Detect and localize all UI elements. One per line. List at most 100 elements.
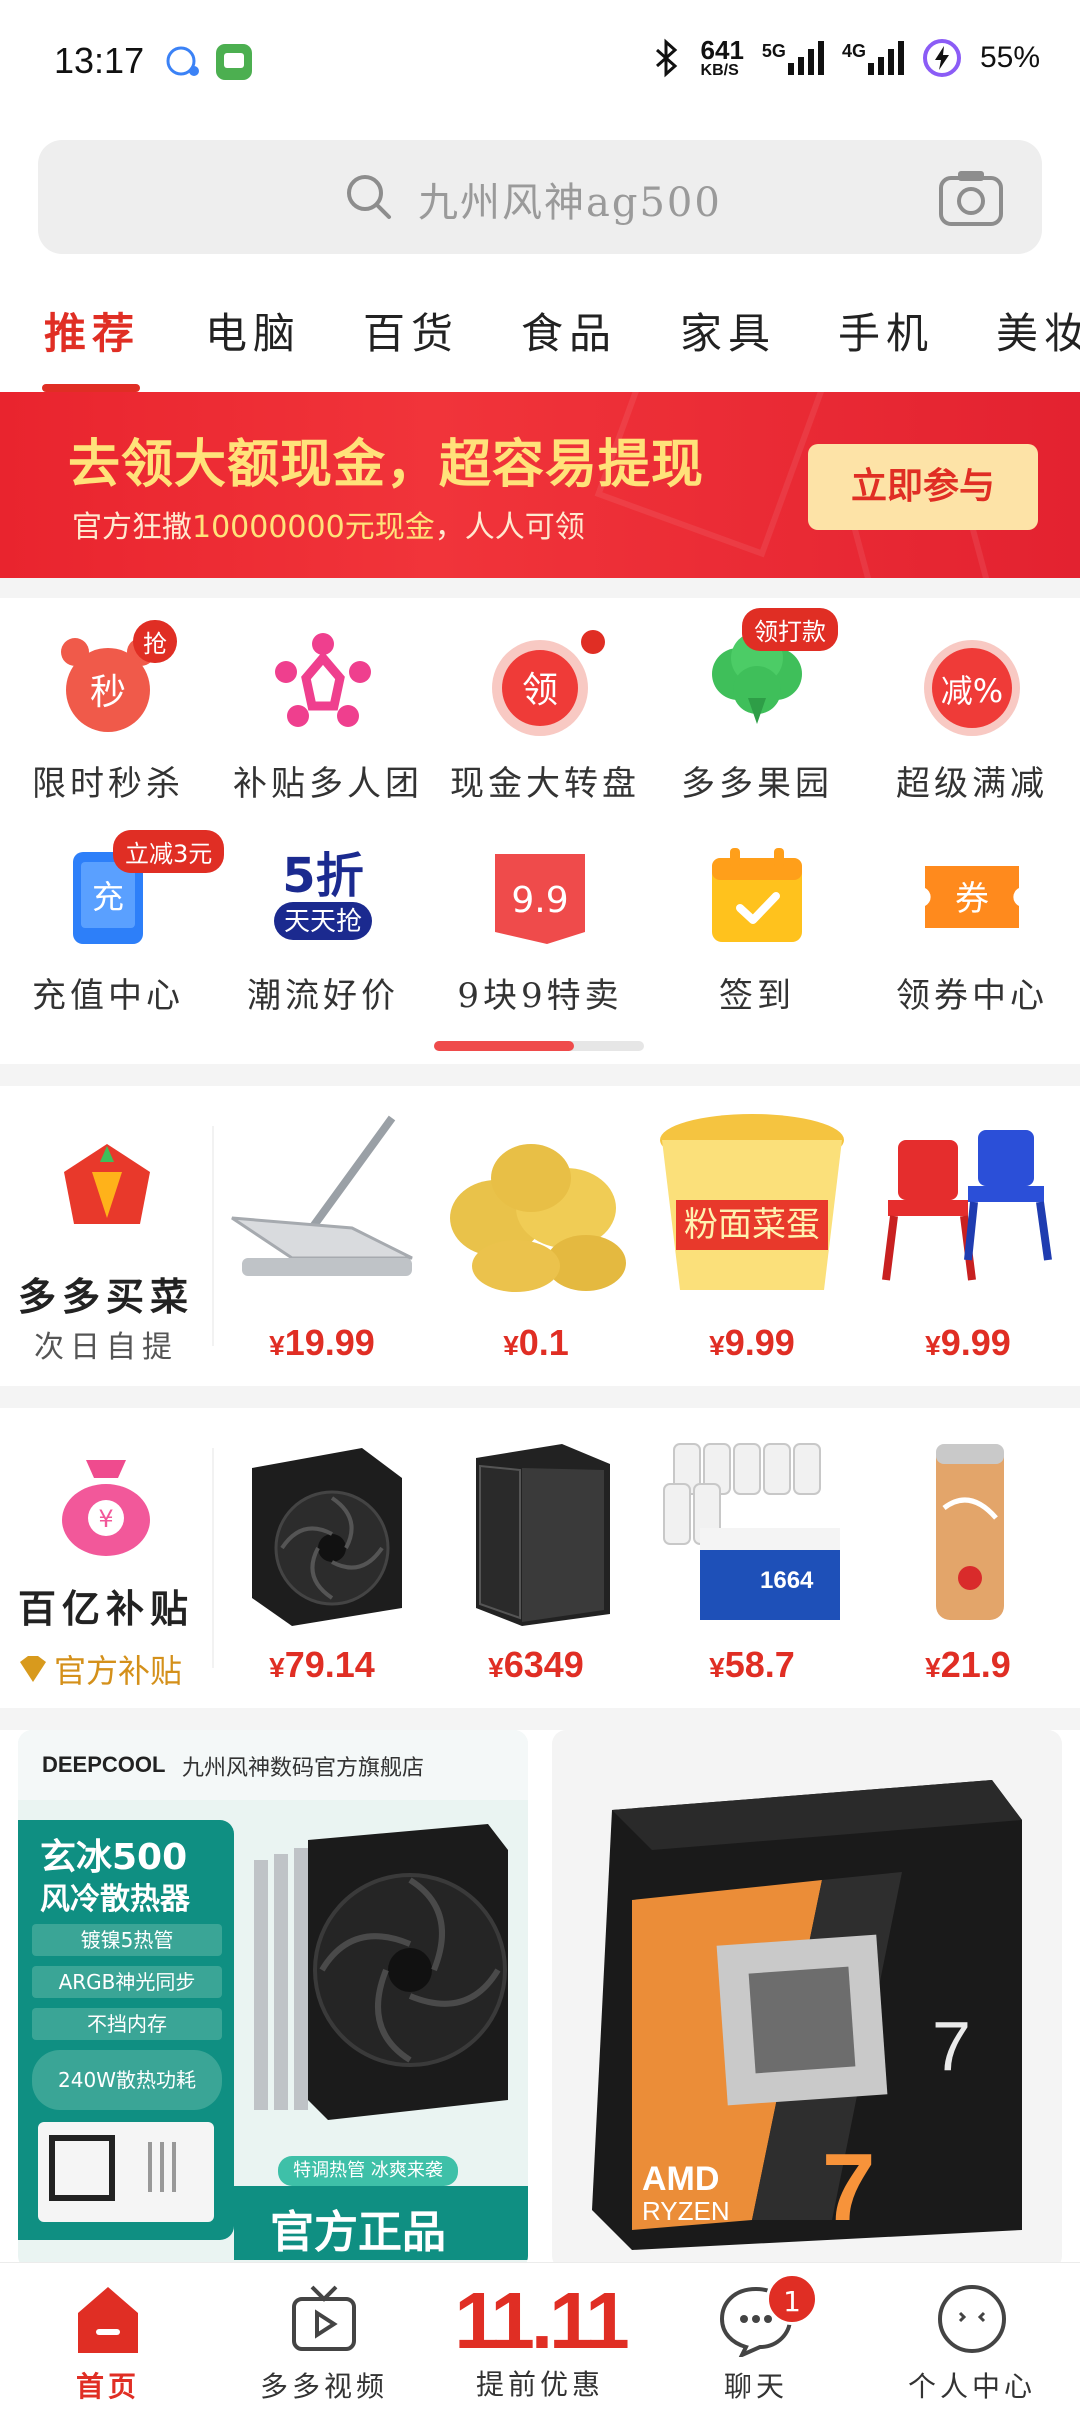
chat-app-notification-icon bbox=[216, 44, 252, 80]
divider bbox=[212, 1126, 214, 1346]
nav-label: 个人中心 bbox=[907, 2370, 1036, 2403]
tab-general-goods[interactable]: 百货 bbox=[363, 300, 459, 361]
badge-save-3-yuan: 立减3元 bbox=[113, 830, 225, 873]
divider bbox=[212, 1448, 214, 1668]
bluetooth-icon bbox=[655, 38, 677, 78]
svg-text:领: 领 bbox=[522, 670, 558, 711]
camera-icon[interactable] bbox=[938, 168, 1004, 228]
nav-label: 提前优惠 bbox=[475, 2368, 604, 2401]
promo-banner[interactable]: 去领大额现金，超容易提现 官方狂撒10000000元现金，人人可领 立即参与 bbox=[0, 392, 1080, 578]
shortcut-label: 9块9特卖 bbox=[457, 976, 623, 1016]
calendar-check-icon bbox=[712, 848, 802, 942]
product-title: 玄冰500 bbox=[40, 1837, 188, 1878]
feature-tag: 240W散热功耗 bbox=[32, 2050, 222, 2110]
search-icon bbox=[347, 175, 391, 219]
tab-computer[interactable]: 电脑 bbox=[205, 300, 301, 361]
video-icon bbox=[292, 2285, 356, 2351]
shortcut-trendy-deals[interactable]: 5折 天天抢 潮流好价 bbox=[233, 840, 413, 1017]
feed-card-amd-ryzen[interactable]: AMD RYZEN 7 7 bbox=[552, 1730, 1062, 2270]
signal-5g: 5G bbox=[762, 41, 824, 75]
grocery-section[interactable]: 多多买菜 次日自提 ¥19.99 ¥0.1 粉面菜蛋 ¥9.99 ¥9.99 bbox=[0, 1086, 1080, 1386]
nav-profile[interactable]: 个人中心 bbox=[864, 2281, 1080, 2405]
official-genuine-label: 官方正品 bbox=[270, 2207, 446, 2258]
tab-furniture[interactable]: 家具 bbox=[680, 300, 776, 361]
product-mop[interactable]: ¥19.99 bbox=[222, 1086, 422, 1386]
search-bar[interactable]: 九州风神ag500 bbox=[38, 140, 1042, 254]
banner-title: 去领大额现金，超容易提现 bbox=[68, 435, 705, 495]
half-price-icon: 5折 天天抢 bbox=[274, 848, 372, 940]
tab-food[interactable]: 食品 bbox=[521, 300, 617, 361]
promo-1111-icon: 11.11 bbox=[454, 2276, 629, 2365]
product-price: ¥9.99 bbox=[925, 1322, 1011, 1363]
feature-tag: 不挡内存 bbox=[32, 2008, 222, 2040]
store-name: 九州风神数码官方旗舰店 bbox=[182, 1756, 425, 1781]
product-instant-noodles[interactable]: 粉面菜蛋 ¥9.99 bbox=[652, 1086, 852, 1386]
shortcut-label: 充值中心 bbox=[32, 976, 184, 1016]
battery-charging-icon bbox=[922, 39, 961, 77]
product-price: ¥19.99 bbox=[269, 1322, 375, 1363]
shortcut-label: 现金大转盘 bbox=[450, 764, 640, 804]
group-people-icon bbox=[275, 633, 371, 727]
shortcut-flash-sale[interactable]: 秒 抢 限时秒杀 bbox=[18, 620, 198, 805]
section-divider bbox=[0, 578, 1080, 600]
nav-label: 首页 bbox=[75, 2370, 140, 2403]
shortcut-check-in[interactable]: 签到 bbox=[667, 840, 847, 1017]
product-cola-can[interactable]: ¥21.9 bbox=[868, 1408, 1068, 1708]
diamond-icon bbox=[20, 1656, 46, 1682]
shortcut-label: 补贴多人团 bbox=[233, 764, 423, 804]
pc-case-image bbox=[476, 1444, 610, 1626]
feature-tag: ARGB神光同步 bbox=[32, 1966, 222, 1998]
ribbon-label: 特调热管 冰爽来袭 bbox=[278, 2156, 458, 2186]
tab-beauty[interactable]: 美妆 bbox=[996, 300, 1080, 361]
grocery-subtitle: 次日自提 bbox=[34, 1330, 178, 1365]
feed-card-cooler[interactable]: DEEPCOOL 九州风神数码官方旗舰店 玄冰500 风冷散热器 镀镍5热管 A… bbox=[18, 1730, 528, 2270]
shortcut-orchard[interactable]: 领打款 多多果园 bbox=[667, 608, 847, 805]
svg-text:减%: 减% bbox=[941, 672, 1003, 710]
product-beer-cans[interactable]: 1664 ¥58.7 bbox=[652, 1408, 852, 1708]
coupon-icon: 券 bbox=[925, 866, 1019, 928]
banner-subtitle: 官方狂撒10000000元现金，人人可领 bbox=[72, 510, 585, 545]
svg-text:粉面菜蛋: 粉面菜蛋 bbox=[684, 1205, 820, 1245]
shortcut-cash-wheel[interactable]: 领 现金大转盘 bbox=[450, 628, 640, 805]
tab-recommend[interactable]: 推荐 bbox=[44, 300, 140, 361]
product-cpu-cooler[interactable]: ¥79.14 bbox=[222, 1408, 422, 1708]
product-subtitle: 风冷散热器 bbox=[40, 1882, 190, 1917]
money-bag-icon: ¥ bbox=[62, 1460, 150, 1556]
chairs-image bbox=[882, 1130, 1052, 1281]
shortcut-9-9-sale[interactable]: 9.9 9块9特卖 bbox=[450, 840, 630, 1017]
product-pc-case[interactable]: ¥6349 bbox=[436, 1408, 636, 1708]
grocery-title: 多多买菜 bbox=[17, 1274, 194, 1319]
product-price: ¥58.7 bbox=[709, 1644, 795, 1685]
product-price: ¥21.9 bbox=[925, 1644, 1011, 1685]
shortcut-label: 限时秒杀 bbox=[32, 764, 184, 804]
svg-text:AMD: AMD bbox=[642, 2160, 719, 2198]
svg-text:充: 充 bbox=[92, 878, 124, 916]
product-price: ¥6349 bbox=[488, 1644, 584, 1685]
mop-image bbox=[231, 1115, 413, 1276]
subsidy-title: 百亿补贴 bbox=[17, 1586, 194, 1631]
tab-phone[interactable]: 手机 bbox=[838, 300, 934, 361]
shortcut-super-discount[interactable]: 减% 超级满减 bbox=[882, 628, 1062, 805]
status-bar: 13:17 641 KB/S 5G 4G 55% bbox=[0, 0, 1080, 128]
shortcut-coupon-center[interactable]: 券 领券中心 bbox=[882, 840, 1062, 1017]
subsidy-lead[interactable]: ¥ 百亿补贴 官方补贴 bbox=[0, 1408, 212, 1708]
shortcut-label: 签到 bbox=[719, 976, 795, 1016]
nav-home[interactable]: 首页 bbox=[0, 2281, 216, 2405]
nav-promo-1111[interactable]: 11.11 提前优惠 bbox=[432, 2281, 648, 2403]
carrot-logo-icon bbox=[64, 1144, 150, 1224]
grocery-lead[interactable]: 多多买菜 次日自提 bbox=[0, 1086, 212, 1386]
subsidy-section[interactable]: ¥ 百亿补贴 官方补贴 ¥79.14 ¥6349 1664 ¥58.7 ¥21.… bbox=[0, 1408, 1080, 1708]
cooler-product-image bbox=[254, 1824, 508, 2120]
nav-chat[interactable]: 1 聊天 bbox=[648, 2273, 864, 2405]
shortcut-group-subsidy[interactable]: 补贴多人团 bbox=[233, 628, 423, 805]
nav-videos[interactable]: 多多视频 bbox=[216, 2281, 432, 2405]
cpu-cooler-image bbox=[252, 1448, 402, 1626]
join-now-button[interactable]: 立即参与 bbox=[808, 444, 1038, 530]
product-potatoes[interactable]: ¥0.1 bbox=[436, 1086, 636, 1386]
product-kids-chairs[interactable]: ¥9.99 bbox=[868, 1086, 1068, 1386]
signal-bars-icon bbox=[867, 41, 904, 75]
shortcut-topup-center[interactable]: 充 立减3元 充值中心 bbox=[18, 830, 225, 1017]
search-input[interactable]: 九州风神ag500 bbox=[418, 170, 722, 228]
potatoes-image bbox=[450, 1144, 626, 1292]
bottom-nav: 首页 多多视频 11.11 提前优惠 1 聊天 个人中心 bbox=[0, 2262, 1080, 2414]
